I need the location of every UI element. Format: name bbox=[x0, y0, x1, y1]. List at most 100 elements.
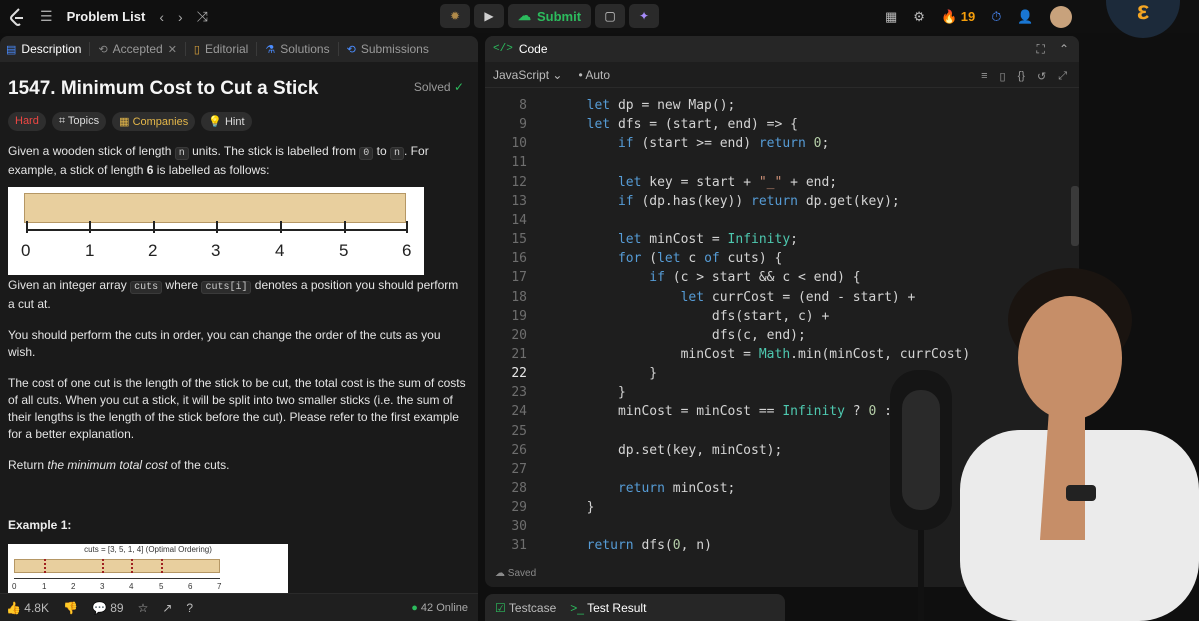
text: units. The stick is labelled from bbox=[188, 144, 360, 158]
text: where bbox=[162, 278, 202, 292]
hint-label: Hint bbox=[224, 116, 245, 128]
avatar[interactable] bbox=[1049, 6, 1072, 28]
braces-icon[interactable]: {} bbox=[1018, 70, 1025, 83]
solved-status: Solved ✓ bbox=[414, 80, 464, 94]
problem-list-link[interactable]: Problem List bbox=[67, 9, 146, 24]
line-number: 10 bbox=[511, 136, 527, 152]
tab-label: Accepted bbox=[112, 42, 163, 56]
stick-illustration: 0 1 2 3 4 5 6 bbox=[8, 187, 424, 275]
example-tick-label: 0 bbox=[12, 582, 17, 591]
line-number: 21 bbox=[511, 346, 527, 362]
gear-icon[interactable]: ⚙ bbox=[913, 9, 925, 25]
tab-solutions[interactable]: ⚗ Solutions bbox=[265, 42, 339, 56]
inline-code: 0 bbox=[359, 147, 374, 160]
shuffle-icon[interactable]: ⤨ bbox=[197, 8, 208, 25]
dislike-button[interactable]: 👎 bbox=[63, 601, 78, 615]
inline-code: cuts[i] bbox=[201, 281, 252, 294]
next-problem-icon[interactable]: › bbox=[178, 9, 183, 25]
line-number: 28 bbox=[511, 481, 527, 496]
share-button[interactable]: ↗ bbox=[162, 601, 172, 615]
tab-description[interactable]: ▤ Description bbox=[6, 42, 91, 56]
line-number: 29 bbox=[511, 500, 527, 516]
description-tabs: ▤ Description ⟲ Accepted ✕ ▯ Editorial ⚗ Solu… bbox=[0, 36, 478, 62]
thumbs-up-icon: 👍 bbox=[6, 600, 21, 615]
example-tick-label: 1 bbox=[42, 582, 47, 591]
description-footer: 👍 4.8K 👎 💬 89 ☆ ↗ ? ● 42 Online bbox=[0, 593, 478, 621]
hint-chip[interactable]: 💡 Hint bbox=[201, 112, 252, 131]
auto-label: Auto bbox=[585, 67, 610, 82]
fullscreen-icon[interactable]: ⤢ bbox=[1058, 70, 1067, 83]
topics-chip[interactable]: ⌗ Topics bbox=[51, 112, 107, 131]
tab-test-result[interactable]: >_ Test Result bbox=[570, 601, 646, 615]
line-number: 22 bbox=[511, 366, 527, 382]
ai-button[interactable]: ✦ bbox=[629, 4, 660, 28]
ruler-tick bbox=[153, 221, 155, 233]
editor-scrollbar[interactable] bbox=[1071, 186, 1079, 246]
building-icon: ▦ bbox=[119, 116, 130, 128]
question-icon: ? bbox=[186, 600, 194, 615]
companies-chip[interactable]: ▦ Companies bbox=[112, 112, 196, 131]
submit-button[interactable]: ☁ Submit bbox=[508, 4, 592, 28]
cut-marker bbox=[131, 559, 133, 573]
auto-toggle[interactable]: • Auto bbox=[578, 68, 610, 82]
help-button[interactable]: ? bbox=[186, 601, 193, 615]
line-number: 18 bbox=[511, 289, 527, 305]
example-tick-label: 4 bbox=[129, 582, 134, 591]
code-line[interactable]: 11 bbox=[485, 155, 1065, 174]
language-select[interactable]: JavaScript ⌄ bbox=[493, 68, 562, 82]
tab-editorial[interactable]: ▯ Editorial bbox=[194, 42, 258, 56]
comments-button[interactable]: 💬 89 bbox=[92, 601, 124, 615]
code-line[interactable]: 10 if (start >= end) return 0; bbox=[485, 136, 1065, 155]
code-text: let minCost = Infinity; bbox=[617, 232, 798, 248]
favorite-button[interactable]: ☆ bbox=[138, 601, 149, 615]
notes-button[interactable]: ▢ bbox=[595, 4, 626, 28]
online-dot-icon: ● bbox=[411, 601, 418, 614]
cut-marker bbox=[44, 559, 46, 573]
code-line[interactable]: 9 let dfs = (start, end) => { bbox=[485, 117, 1065, 136]
close-icon[interactable]: ✕ bbox=[168, 43, 177, 56]
comment-count: 89 bbox=[110, 600, 124, 615]
code-line[interactable]: 8 let dp = new Map(); bbox=[485, 98, 1065, 117]
streak-value: 19 bbox=[960, 9, 976, 24]
italic-text: the minimum total cost bbox=[47, 458, 168, 472]
tab-accepted[interactable]: ⟲ Accepted ✕ bbox=[98, 42, 186, 56]
line-number: 20 bbox=[511, 327, 527, 343]
code-text: let key = start + "_" + end; bbox=[617, 174, 838, 190]
terminal-icon: >_ bbox=[570, 600, 584, 615]
code-text: dp.set(key, minCost); bbox=[571, 442, 783, 458]
ruler-tick bbox=[406, 221, 408, 233]
comment-icon: 💬 bbox=[91, 600, 107, 615]
example-tick-label: 5 bbox=[159, 582, 164, 591]
test-result-label: Test Result bbox=[587, 600, 647, 615]
expand-icon[interactable]: ⛶ bbox=[1037, 42, 1045, 57]
inline-code: cuts bbox=[130, 281, 163, 294]
sparkle-icon: ✦ bbox=[639, 9, 650, 23]
tab-submissions[interactable]: ⟲ Submissions bbox=[347, 42, 437, 56]
like-button[interactable]: 👍 4.8K bbox=[6, 601, 49, 615]
lightbulb-icon: 💡 bbox=[208, 116, 222, 128]
run-button[interactable]: ▶ bbox=[474, 4, 504, 28]
leetcode-logo-icon[interactable] bbox=[8, 7, 26, 26]
code-line[interactable]: 14 bbox=[485, 213, 1065, 232]
add-friend-icon[interactable]: 👤 bbox=[1017, 9, 1033, 25]
prev-problem-icon[interactable]: ‹ bbox=[159, 9, 164, 25]
text: Given a wooden stick of length bbox=[8, 144, 175, 158]
format-icon[interactable]: ≡ bbox=[981, 70, 987, 83]
top-bar-left: ☰ Problem List ‹ › ⤨ bbox=[0, 7, 430, 26]
code-line[interactable]: 13 if (dp.has(key)) return dp.get(key); bbox=[485, 194, 1065, 213]
tab-testcase[interactable]: ☑ Testcase bbox=[495, 601, 556, 615]
problem-list-icon[interactable]: ☰ bbox=[40, 8, 53, 25]
line-number: 11 bbox=[511, 155, 527, 171]
top-bar: ☰ Problem List ‹ › ⤨ ✹ ▶ ☁ Submit ▢ ✦ ▦ … bbox=[0, 0, 1199, 38]
history-icon: ⟲ bbox=[98, 43, 108, 56]
top-bar-right: ▦ ⚙ 🔥 19 ⏱ 👤 bbox=[885, 6, 1072, 28]
code-text: for (let c of cuts) { bbox=[617, 251, 783, 267]
bookmark-icon[interactable]: ▯ bbox=[1000, 70, 1006, 83]
layout-icon[interactable]: ▦ bbox=[885, 9, 897, 25]
streak-counter[interactable]: 🔥 19 bbox=[941, 9, 975, 25]
collapse-icon[interactable]: ⌃ bbox=[1059, 42, 1069, 57]
debug-button[interactable]: ✹ bbox=[440, 4, 470, 28]
code-line[interactable]: 12 let key = start + "_" + end; bbox=[485, 175, 1065, 194]
reset-icon[interactable]: ↺ bbox=[1037, 70, 1046, 83]
timer-icon[interactable]: ⏱ bbox=[991, 9, 1001, 25]
